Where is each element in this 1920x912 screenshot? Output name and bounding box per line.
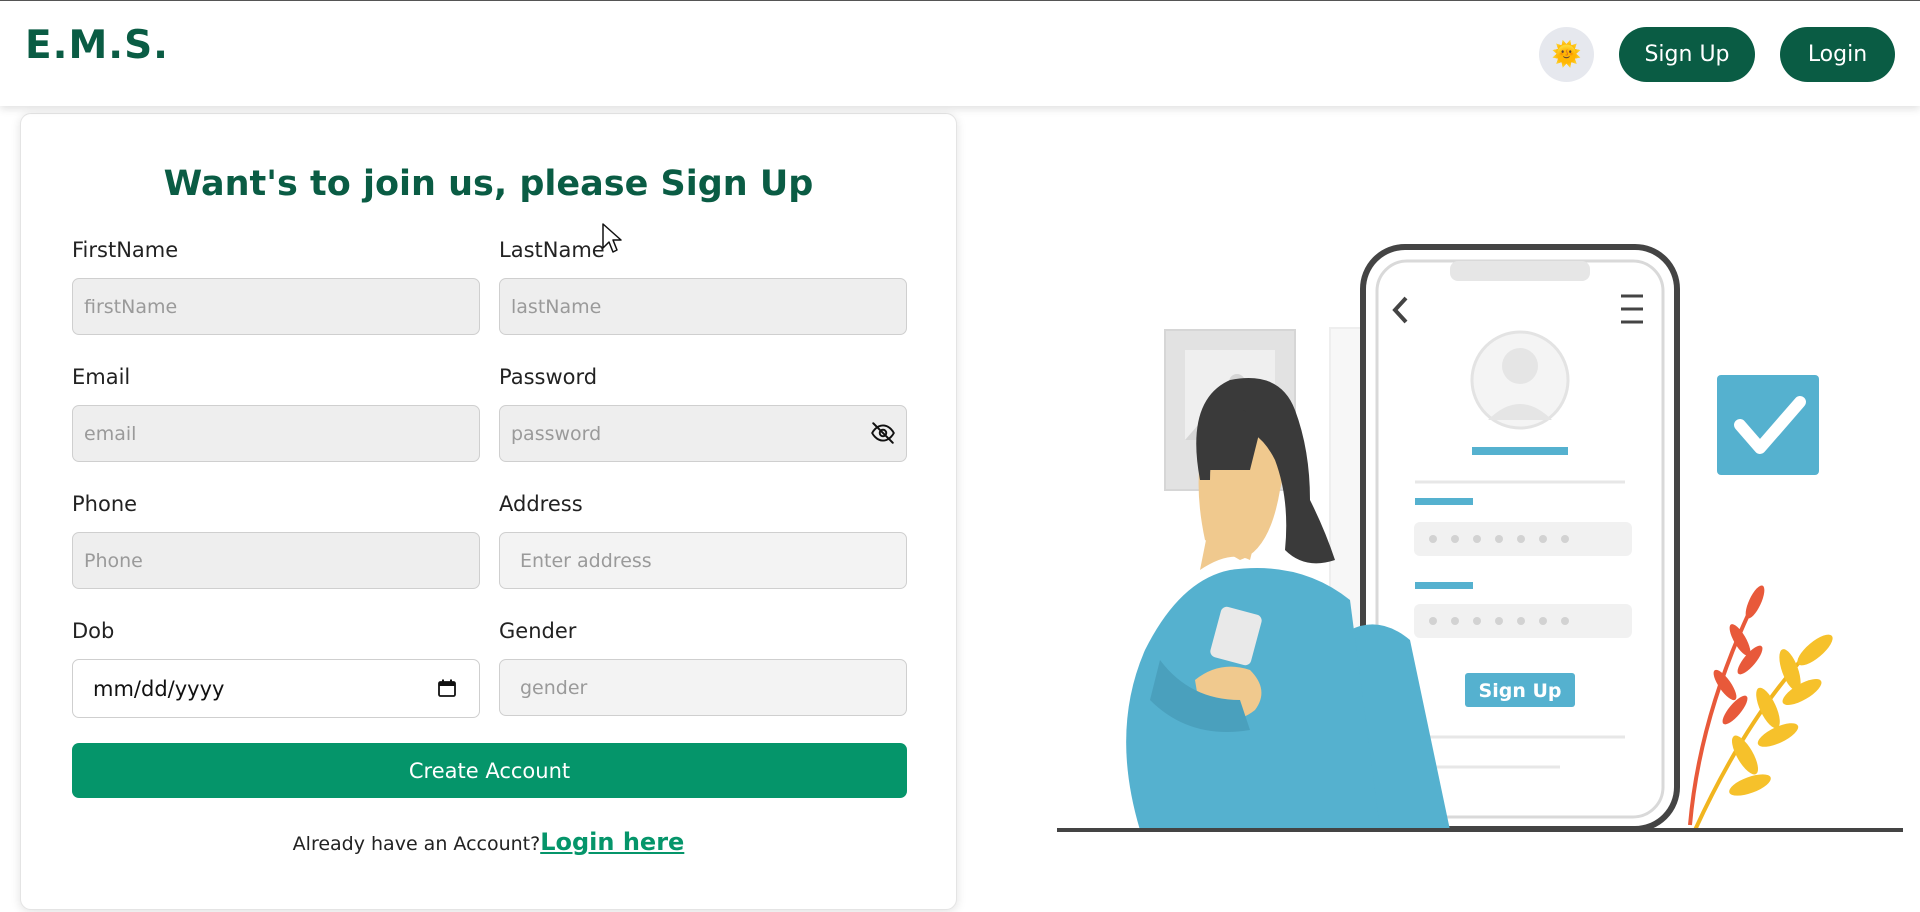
brand-logo[interactable]: E.M.S. [25, 23, 169, 68]
phone-label: Phone [72, 492, 138, 516]
phone-input[interactable] [72, 532, 480, 589]
last-name-label: LastName [499, 238, 605, 262]
address-label: Address [499, 492, 583, 516]
create-account-button[interactable]: Create Account [72, 743, 907, 798]
signup-illustration: Sign Up [1050, 230, 1910, 840]
page-title: Want's to join us, please Sign Up [163, 164, 814, 204]
password-input[interactable] [499, 405, 907, 462]
login-here-link[interactable]: Login here [540, 828, 684, 856]
theme-toggle-button[interactable]: 🌞 [1539, 27, 1594, 82]
phone-signup-label: Sign Up [1479, 680, 1562, 702]
dob-date-input[interactable]: mm/dd/yyyy [72, 659, 480, 718]
first-name-input[interactable] [72, 278, 480, 335]
sun-icon: 🌞 [1551, 40, 1582, 68]
calendar-icon[interactable] [437, 678, 459, 700]
password-label: Password [499, 365, 598, 389]
first-name-label: FirstName [72, 238, 179, 262]
address-input[interactable] [499, 532, 907, 589]
login-prompt-text: Already have an Account? [292, 833, 541, 855]
email-label: Email [72, 365, 131, 389]
login-prompt-row: Already have an Account?Login here [21, 828, 956, 856]
signup-card: Want's to join us, please Sign Up FirstN… [20, 113, 957, 910]
nav-signup-button[interactable]: Sign Up [1619, 27, 1755, 82]
dob-value: mm/dd/yyyy [93, 676, 225, 701]
email-input[interactable] [72, 405, 480, 462]
eye-off-icon[interactable] [869, 419, 897, 447]
gender-label: Gender [499, 619, 577, 643]
gender-input[interactable] [499, 659, 907, 716]
nav-login-button[interactable]: Login [1780, 27, 1895, 82]
dob-label: Dob [72, 619, 115, 643]
navbar: E.M.S. 🌞 Sign Up Login [0, 0, 1920, 106]
last-name-input[interactable] [499, 278, 907, 335]
